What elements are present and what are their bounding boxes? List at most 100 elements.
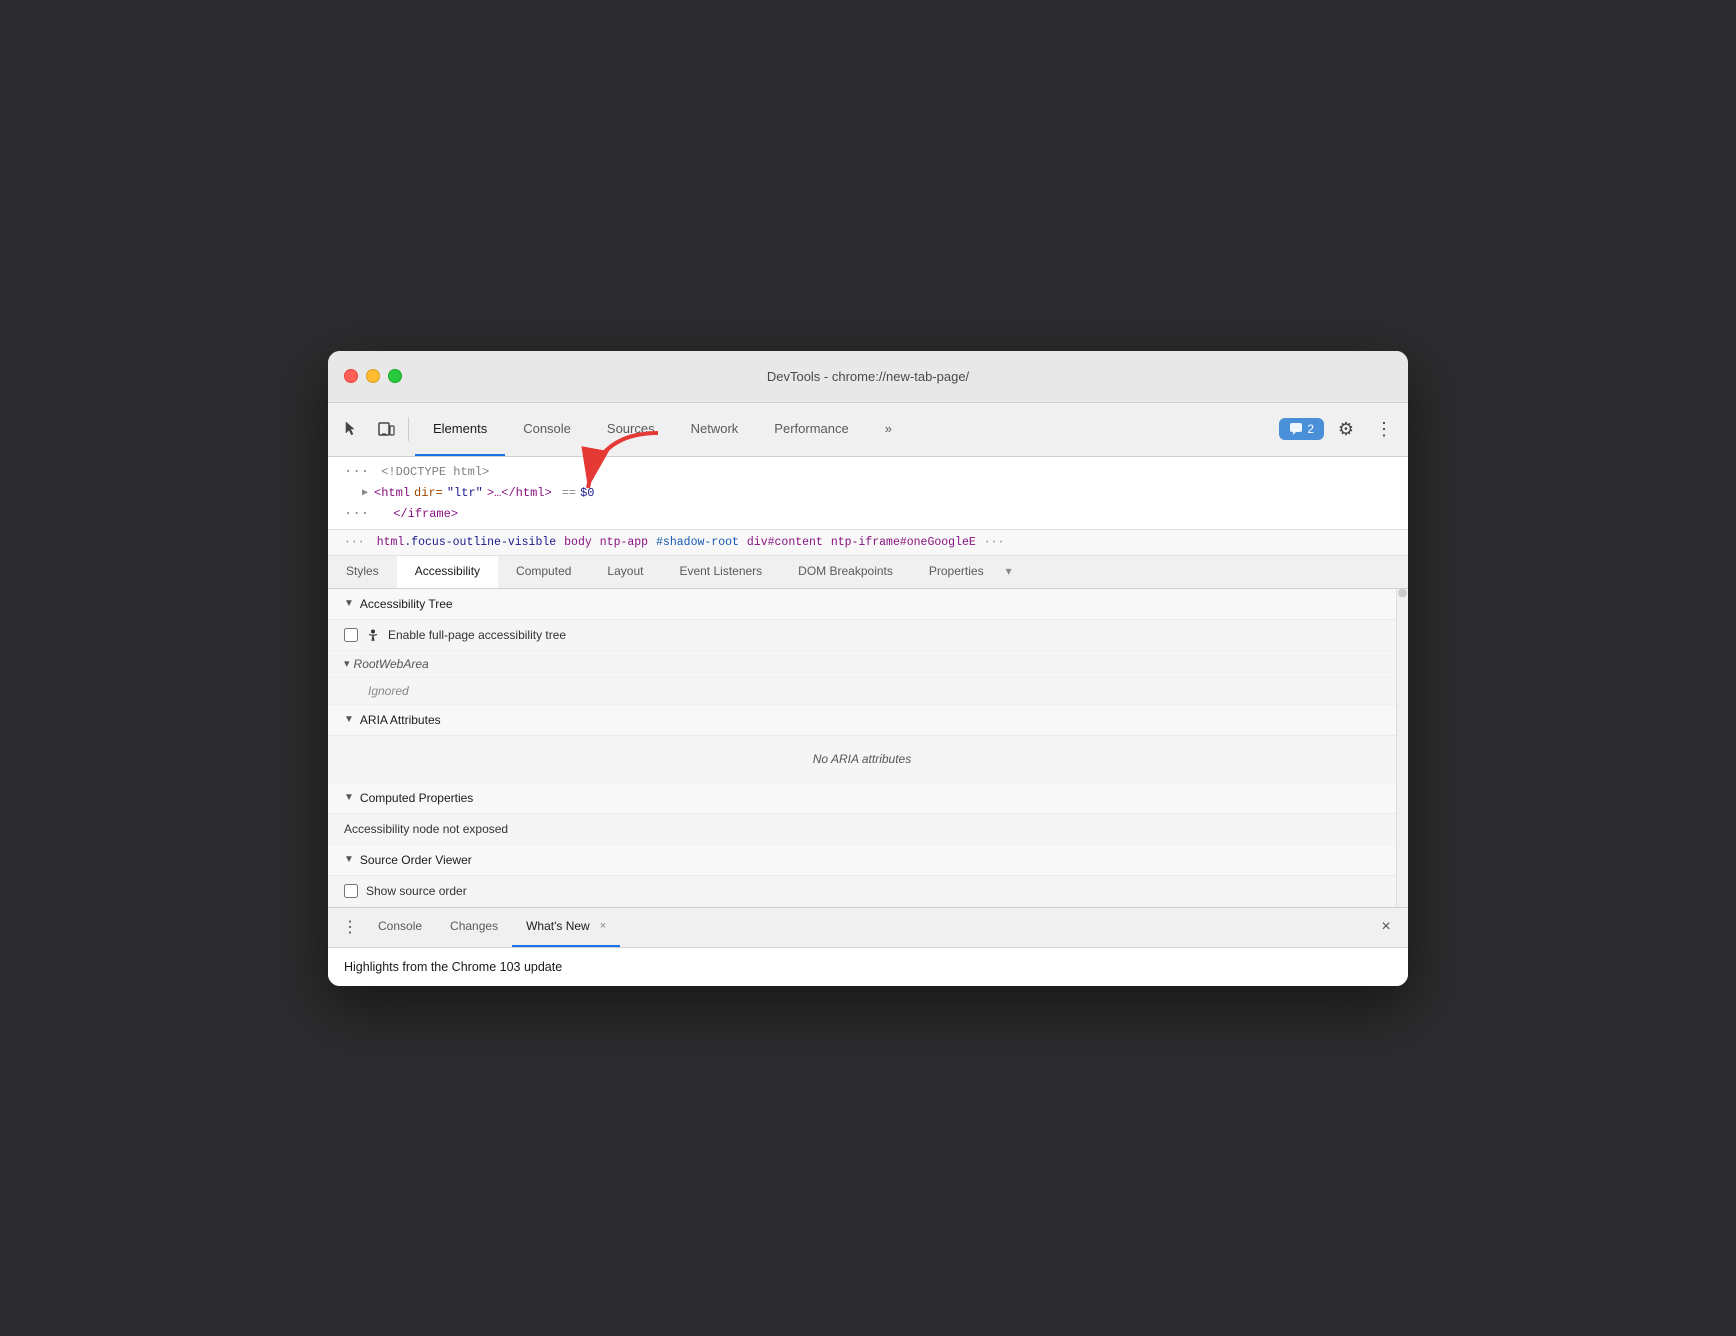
cursor-pos: ▾ (1002, 556, 1016, 588)
breadcrumb-html[interactable]: html.focus-outline-visible (377, 536, 556, 549)
subtab-styles[interactable]: Styles (328, 556, 397, 588)
drawer-tab-console[interactable]: Console (364, 907, 436, 947)
devtools-window: DevTools - chrome://new-tab-page/ Elemen… (328, 351, 1408, 986)
subtab-layout[interactable]: Layout (589, 556, 661, 588)
subtab-event-listeners[interactable]: Event Listeners (661, 556, 780, 588)
dom-line-html[interactable]: ▶ <html dir= "ltr" >…</html> == $0 (328, 483, 1408, 503)
drawer-menu-button[interactable]: ⋮ (336, 913, 364, 941)
dollar-zero: $0 (580, 486, 594, 500)
show-source-order-text: Show source order (366, 884, 467, 898)
chat-icon (1289, 422, 1303, 436)
breadcrumb-bar: ··· html.focus-outline-visible body ntp-… (328, 530, 1408, 556)
window-title: DevTools - chrome://new-tab-page/ (767, 369, 969, 384)
more-tabs-button[interactable]: » (867, 402, 910, 456)
accessibility-tree-label: Accessibility Tree (360, 597, 453, 611)
toolbar-right: 2 ⚙ ⋮ (1279, 413, 1400, 445)
breadcrumb-more[interactable]: ··· (984, 536, 1005, 549)
maximize-button[interactable] (388, 369, 402, 383)
main-toolbar: Elements Console Sources Network Perform… (328, 403, 1408, 457)
accessibility-icon (366, 628, 380, 642)
show-source-order-row: Show source order (328, 876, 1396, 907)
computed-expand-icon: ▼ (344, 792, 354, 803)
drawer-content: Highlights from the Chrome 103 update (328, 948, 1408, 986)
more-options-button[interactable]: ⋮ (1368, 413, 1400, 445)
iframe-close-tag: </iframe> (393, 507, 458, 521)
html-tag-ellipsis: >…</html> (487, 486, 552, 500)
accessibility-tree-header[interactable]: ▼ Accessibility Tree (328, 589, 1396, 620)
breadcrumb-ntp-iframe[interactable]: ntp-iframe#oneGoogleE (831, 536, 976, 549)
traffic-lights (344, 369, 402, 383)
scrollbar-thumb[interactable] (1398, 589, 1407, 597)
subtab-computed[interactable]: Computed (498, 556, 589, 588)
breadcrumb-body[interactable]: body (564, 536, 592, 549)
show-source-order-checkbox[interactable] (344, 884, 358, 898)
computed-properties-header[interactable]: ▼ Computed Properties (328, 783, 1396, 814)
subtab-properties[interactable]: Properties (911, 556, 1002, 588)
tab-console[interactable]: Console (505, 402, 589, 456)
breadcrumb-div-content[interactable]: div#content (747, 536, 823, 549)
ignored-text: Ignored (368, 684, 409, 698)
tab-elements[interactable]: Elements (415, 402, 505, 456)
aria-attributes-header[interactable]: ▼ ARIA Attributes (328, 705, 1396, 736)
root-web-area-row[interactable]: ▾ RootWebArea (328, 651, 1396, 678)
cursor-icon (343, 420, 361, 438)
drawer-tab-changes[interactable]: Changes (436, 907, 512, 947)
device-toolbar-button[interactable] (370, 413, 402, 445)
bottom-drawer: ⋮ Console Changes What's New × × Highlig… (328, 907, 1408, 986)
dom-dots-1[interactable]: ··· (344, 464, 369, 480)
doctype-text: <!DOCTYPE html> (381, 465, 489, 479)
aria-section-label: ARIA Attributes (360, 713, 441, 727)
sub-tabs: Styles Accessibility Computed Layout Eve… (328, 556, 1408, 589)
drawer-tabs: ⋮ Console Changes What's New × × (328, 908, 1408, 948)
tab-sources[interactable]: Sources (589, 402, 673, 456)
chat-badge-button[interactable]: 2 (1279, 418, 1324, 440)
tree-expand-icon: ▼ (344, 598, 354, 609)
breadcrumb-dots[interactable]: ··· (344, 536, 365, 549)
dom-dots-3[interactable]: ··· (344, 506, 369, 522)
toolbar-divider (408, 417, 409, 441)
close-button[interactable] (344, 369, 358, 383)
root-expand-arrow[interactable]: ▾ (344, 657, 350, 670)
scrollbar[interactable] (1396, 589, 1408, 907)
no-aria-message: No ARIA attributes (328, 736, 1396, 783)
device-icon (377, 420, 395, 438)
source-order-label: Source Order Viewer (360, 853, 472, 867)
whats-new-close[interactable]: × (600, 920, 606, 932)
source-order-expand-icon: ▼ (344, 854, 354, 865)
settings-button[interactable]: ⚙ (1330, 413, 1362, 445)
enable-accessibility-label[interactable]: Enable full-page accessibility tree (344, 628, 566, 642)
computed-section-label: Computed Properties (360, 791, 473, 805)
show-source-order-label[interactable]: Show source order (344, 884, 467, 898)
aria-expand-icon: ▼ (344, 714, 354, 725)
enable-accessibility-checkbox[interactable] (344, 628, 358, 642)
html-attr-dir-value: "ltr" (447, 486, 483, 500)
nav-tabs: Elements Console Sources Network Perform… (415, 402, 1277, 456)
enable-accessibility-row: Enable full-page accessibility tree (328, 620, 1396, 651)
drawer-close-button[interactable]: × (1372, 913, 1400, 941)
whats-new-label: What's New (526, 919, 590, 933)
subtab-accessibility[interactable]: Accessibility (397, 556, 498, 588)
breadcrumb-shadow-root[interactable]: #shadow-root (656, 536, 739, 549)
chat-count: 2 (1307, 422, 1314, 436)
tab-network[interactable]: Network (673, 402, 757, 456)
drawer-tab-whats-new[interactable]: What's New × (512, 907, 620, 947)
expand-arrow[interactable]: ▶ (362, 487, 368, 499)
title-bar: DevTools - chrome://new-tab-page/ (328, 351, 1408, 403)
source-order-header[interactable]: ▼ Source Order Viewer (328, 845, 1396, 876)
main-content-wrapper: ▼ Accessibility Tree Enable full-page ac… (328, 589, 1408, 907)
html-attr-dir: dir= (414, 486, 443, 500)
tab-performance[interactable]: Performance (756, 402, 866, 456)
highlights-text: Highlights from the Chrome 103 update (344, 960, 562, 974)
minimize-button[interactable] (366, 369, 380, 383)
main-content: ▼ Accessibility Tree Enable full-page ac… (328, 589, 1396, 907)
ignored-row: Ignored (328, 678, 1396, 705)
subtab-dom-breakpoints[interactable]: DOM Breakpoints (780, 556, 911, 588)
dom-line-doctype: ··· <!DOCTYPE html> (328, 461, 1408, 483)
root-web-area-text: RootWebArea (354, 657, 429, 671)
enable-label-text: Enable full-page accessibility tree (388, 628, 566, 642)
inspect-element-button[interactable] (336, 413, 368, 445)
html-tag-open: <html (374, 486, 410, 500)
dom-line-iframe: ··· </iframe> (328, 503, 1408, 525)
breadcrumb-ntp-app[interactable]: ntp-app (600, 536, 648, 549)
html-equals: == (562, 486, 576, 500)
